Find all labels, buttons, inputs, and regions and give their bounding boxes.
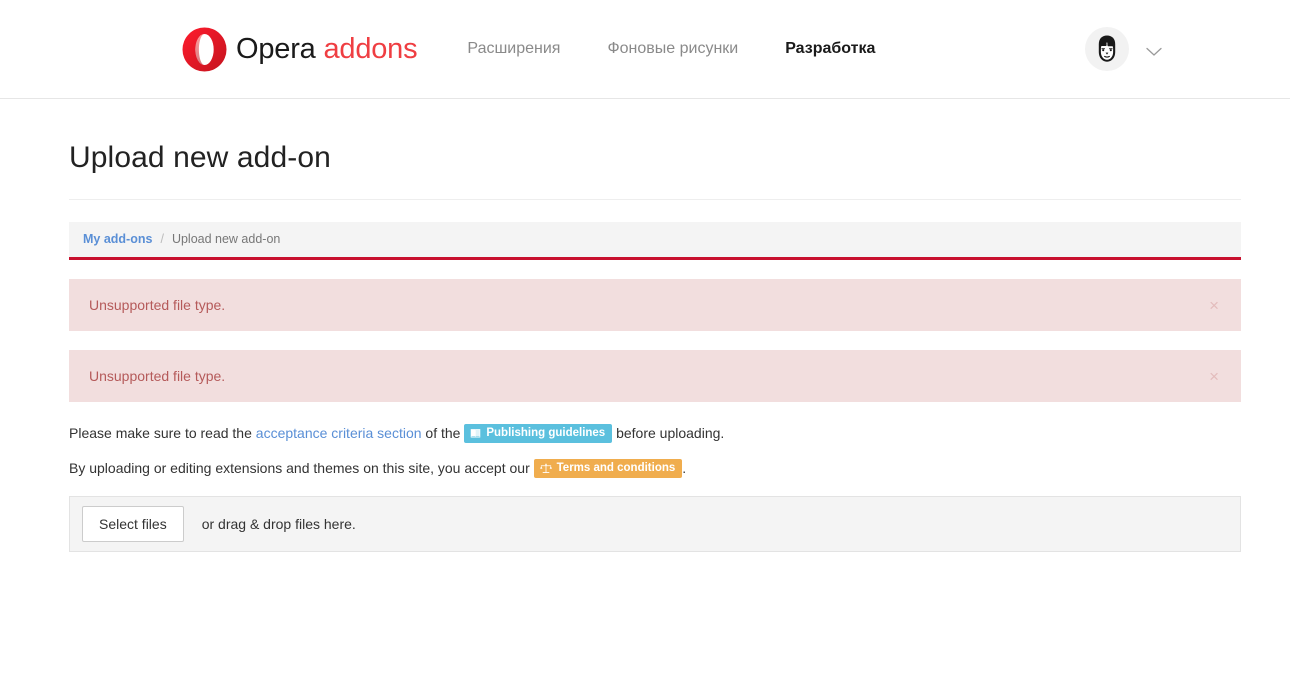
drag-drop-hint: or drag & drop files here. [201, 516, 356, 532]
title-divider [69, 199, 1241, 200]
alert-unsupported-file-type-1: Unsupported file type. × [69, 279, 1241, 331]
alert-close-button[interactable]: × [1205, 295, 1223, 316]
brand-name-primary: Opera [236, 32, 316, 65]
page-main: Upload new add-on My add-ons / Upload ne… [0, 99, 1290, 552]
nav-item-development[interactable]: Разработка [785, 34, 875, 64]
header-inner: Opera addons Расширения Фоновые рисунки … [0, 0, 1290, 98]
info-text-part: . [682, 460, 687, 476]
content-container: Upload new add-on My add-ons / Upload ne… [69, 99, 1241, 552]
brand-logo-link[interactable]: Opera addons [182, 27, 418, 72]
site-header: Opera addons Расширения Фоновые рисунки … [0, 0, 1290, 99]
info-text-part: of the [421, 425, 465, 441]
breadcrumb: My add-ons / Upload new add-on [69, 222, 1241, 260]
alert-message: Unsupported file type. [89, 297, 226, 313]
terms-and-conditions-badge-label: Terms and conditions [556, 461, 676, 474]
info-text-part: Please make sure to read the [69, 425, 256, 441]
nav-item-extensions[interactable]: Расширения [467, 34, 560, 64]
scales-icon [539, 463, 552, 474]
info-text-part: before uploading. [612, 425, 725, 441]
file-drop-zone[interactable]: Select files or drag & drop files here. [69, 496, 1241, 552]
alert-close-button[interactable]: × [1205, 366, 1223, 387]
book-icon [470, 428, 481, 439]
chevron-down-icon[interactable] [1146, 44, 1162, 56]
alert-message: Unsupported file type. [89, 368, 226, 384]
breadcrumb-current: Upload new add-on [171, 232, 281, 246]
brand-text: Opera addons [236, 32, 418, 65]
alert-unsupported-file-type-2: Unsupported file type. × [69, 350, 1241, 402]
breadcrumb-separator: / [160, 232, 164, 246]
avatar[interactable] [1085, 27, 1129, 71]
info-text-part: By uploading or editing extensions and t… [69, 460, 534, 476]
breadcrumb-link-my-addons[interactable]: My add-ons [83, 232, 152, 246]
page-title: Upload new add-on [69, 141, 331, 174]
nav-item-wallpapers[interactable]: Фоновые рисунки [607, 34, 738, 64]
acceptance-criteria-link[interactable]: acceptance criteria section [256, 423, 422, 443]
terms-paragraph: By uploading or editing extensions and t… [69, 443, 1241, 478]
user-menu[interactable] [1085, 27, 1162, 71]
opera-o-logo-icon [182, 27, 227, 72]
brand-name-secondary: addons [323, 32, 418, 65]
select-files-button[interactable]: Select files [82, 506, 184, 542]
main-navigation: Расширения Фоновые рисунки Разработка [467, 34, 922, 64]
acceptance-criteria-paragraph: Please make sure to read the acceptance … [69, 402, 1241, 443]
publishing-guidelines-badge-label: Publishing guidelines [486, 426, 606, 439]
publishing-guidelines-badge[interactable]: Publishing guidelines [464, 423, 613, 443]
terms-and-conditions-badge[interactable]: Terms and conditions [533, 458, 683, 478]
